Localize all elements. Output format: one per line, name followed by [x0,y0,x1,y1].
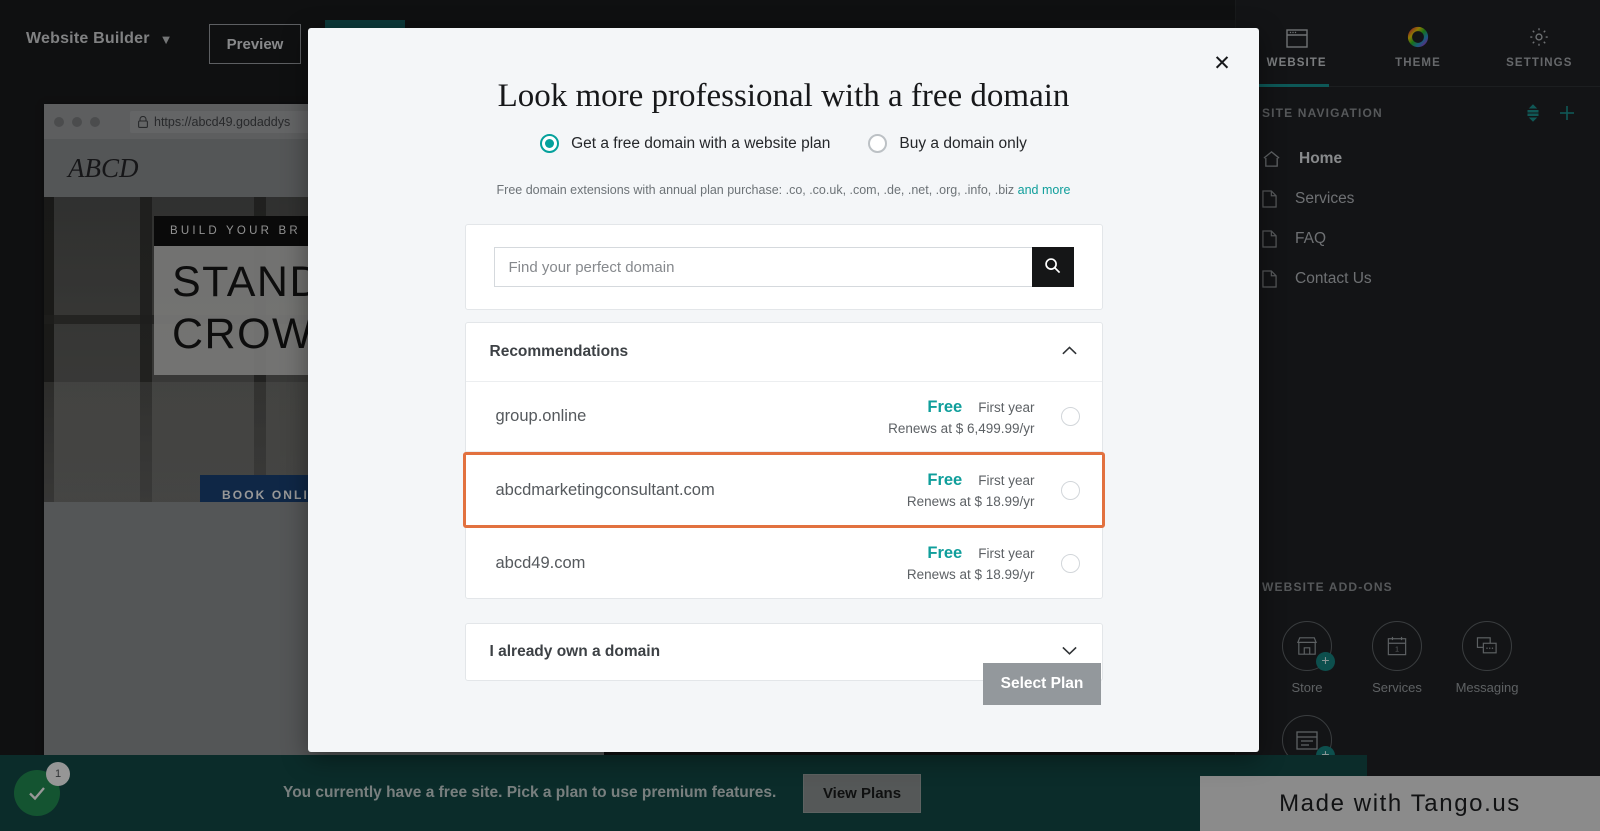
domain-row-group-online[interactable]: group.online Free First year Renews at $… [465,382,1102,452]
select-plan-label: Select Plan [1000,675,1084,692]
domain-price-label: Free [927,397,963,416]
modal-close-icon[interactable]: ✕ [1207,48,1237,78]
domain-select-radio[interactable] [1060,480,1080,500]
domain-term-label: First year [978,473,1035,488]
domain-term-label: First year [978,546,1035,561]
domain-name: abcd49.com [495,553,586,572]
modal-title: Look more professional with a free domai… [497,78,1070,114]
select-plan-button[interactable]: Select Plan [983,663,1101,705]
radio-buy-domain-label: Buy a domain only [899,134,1027,152]
and-more-link[interactable]: and more [1018,183,1071,197]
recommendations-header[interactable]: Recommendations [465,323,1102,382]
search-icon [1044,257,1061,277]
recommendations-card: Recommendations group.online Free First … [462,322,1105,599]
domain-search-card [464,224,1103,310]
chevron-up-icon[interactable] [1061,343,1078,361]
search-button[interactable] [1031,247,1074,287]
radio-option-free-domain[interactable]: Get a free domain with a website plan [540,134,830,153]
domain-price-label: Free [927,544,963,562]
domain-row-abcd49-com[interactable]: abcd49.com Free First year Renews at $ 1… [466,528,1102,598]
free-domain-modal: ✕ Look more professional with a free dom… [308,28,1259,752]
domain-price: Free First year Renews at $ 18.99/yr [907,544,1035,582]
extensions-note: Free domain extensions with annual plan … [308,183,1259,197]
chevron-down-icon[interactable] [1061,643,1078,661]
domain-renew-label: Renews at $ 18.99/yr [906,494,1035,509]
domain-name: group.online [495,407,587,425]
recommendations-title: Recommendations [489,343,629,360]
domain-price: Free First year Renews at $ 6,499.99/yr [888,398,1034,436]
radio-free-domain-label: Get a free domain with a website plan [571,134,831,152]
radio-option-buy-domain[interactable]: Buy a domain only [868,134,1027,153]
domain-select-radio[interactable] [1060,553,1080,573]
domain-mode-radio-group: Get a free domain with a website plan Bu… [308,134,1259,153]
domain-row-abcdmarketingconsultant-com[interactable]: abcdmarketingconsultant.com Free First y… [462,452,1105,528]
own-domain-label: I already own a domain [489,643,661,660]
domain-select-radio[interactable] [1060,407,1080,426]
domain-price-label: Free [927,471,963,489]
domain-price: Free First year Renews at $ 18.99/yr [907,471,1035,509]
domain-renew-label: Renews at $ 18.99/yr [906,567,1035,582]
domain-name: abcdmarketingconsultant.com [495,480,715,499]
search-input[interactable] [493,247,1032,287]
radio-free-domain-input[interactable] [540,134,560,153]
radio-buy-domain-input[interactable] [868,134,888,153]
domain-term-label: First year [978,399,1035,415]
domain-renew-label: Renews at $ 6,499.99/yr [888,420,1035,436]
extensions-note-text: Free domain extensions with annual plan … [496,183,1018,197]
domain-search-row [493,247,1074,287]
